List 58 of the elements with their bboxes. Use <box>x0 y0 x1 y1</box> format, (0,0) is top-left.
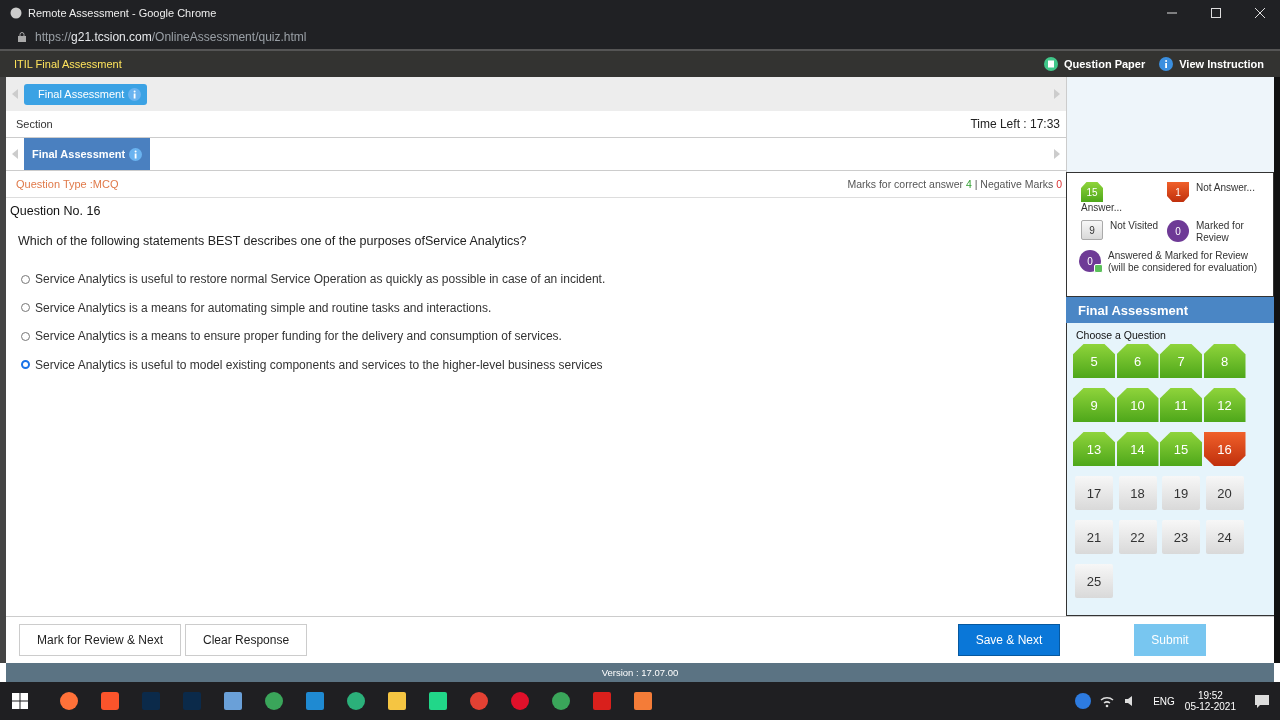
save-next-button[interactable]: Save & Next <box>958 624 1060 656</box>
question-number-button[interactable]: 25 <box>1075 564 1113 598</box>
info-icon <box>128 87 142 101</box>
info-icon <box>1159 57 1174 71</box>
notification-icon[interactable] <box>1254 693 1270 709</box>
window-title: Remote Assessment - Google Chrome <box>28 6 217 19</box>
assessment-title: ITIL Final Assessment <box>14 58 122 70</box>
language-indicator[interactable]: ENG <box>1153 695 1175 707</box>
question-number-button[interactable]: 24 <box>1205 520 1244 554</box>
maximize-icon[interactable] <box>1210 6 1222 19</box>
status-label: Marked for Review <box>1196 220 1245 244</box>
section-tab[interactable]: Final Assessment <box>24 138 151 170</box>
windows-icon[interactable] <box>12 693 28 709</box>
clear-response-button[interactable]: Clear Response <box>185 624 308 656</box>
radio-button[interactable] <box>21 331 30 341</box>
question-number-button[interactable]: 19 <box>1162 476 1200 510</box>
header-link[interactable]: Question Paper <box>1063 58 1146 70</box>
option-text[interactable]: Service Analytics is useful to model existing components and services to the higher-level business services <box>35 357 603 372</box>
clock-date: 05-12-2021 <box>1184 701 1236 712</box>
question-number-button[interactable]: 18 <box>1118 476 1157 510</box>
question-number-button[interactable]: 21 <box>1075 520 1113 554</box>
marks-info: Marks for correct answer 4 | Negative Marks 0 <box>847 178 1062 190</box>
status-count: 0 <box>1167 220 1189 242</box>
option-text[interactable]: Service Analytics is useful to restore normal Service Operation as quickly as possible in case of an incident. <box>35 272 606 287</box>
status-label: Answered & Marked for Review (will be considered for evaluation) <box>1108 250 1258 274</box>
status-count: 15 <box>1081 182 1103 202</box>
lock-icon <box>18 32 26 42</box>
option-text[interactable]: Service Analytics is a means to ensure proper funding for the delivery and consumption of services. <box>35 329 562 344</box>
option-text[interactable]: Service Analytics is a means for automating simple and routine tasks and interactions. <box>35 300 492 315</box>
clock-time: 19:52 <box>1197 690 1223 701</box>
palette-subtitle: Choose a Question <box>1076 329 1167 341</box>
status-label: Not Answer... <box>1196 182 1256 194</box>
url-text[interactable]: https://g21.tcsion.com/OnlineAssessment/quiz.html <box>35 30 307 44</box>
header-link[interactable]: View Instruction <box>1179 58 1264 70</box>
close-icon[interactable] <box>1254 6 1266 19</box>
radio-button[interactable] <box>21 360 30 370</box>
status-count: 0 <box>1079 250 1101 272</box>
question-number-button[interactable]: 17 <box>1075 476 1113 510</box>
document-icon <box>1043 57 1058 71</box>
status-count: 9 <box>1081 220 1103 240</box>
time-left: Time Left : 17:33 <box>970 117 1060 131</box>
status-label: Not Visited <box>1110 220 1160 232</box>
question-text: Which of the following statements BEST describes one of the purposes ofService Analytics? <box>18 234 528 248</box>
question-number: Question No. 16 <box>10 204 101 218</box>
radio-button[interactable] <box>21 303 30 313</box>
question-number-button[interactable]: 23 <box>1162 520 1200 554</box>
info-icon <box>129 147 143 161</box>
question-number-button[interactable]: 16 <box>1203 432 1246 466</box>
status-label: Answer... <box>1081 202 1124 214</box>
palette-title: Final Assessment <box>1066 297 1274 323</box>
radio-button[interactable] <box>21 274 30 284</box>
question-number-button[interactable]: 20 <box>1205 476 1244 510</box>
question-number-button[interactable]: 22 <box>1118 520 1157 554</box>
version-text: Version : 17.07.00 <box>601 667 679 678</box>
mark-review-button[interactable]: Mark for Review & Next <box>19 624 182 656</box>
question-type: Question Type :MCQ <box>16 178 119 190</box>
section-label: Section <box>16 118 53 130</box>
status-count: 1 <box>1167 182 1189 202</box>
